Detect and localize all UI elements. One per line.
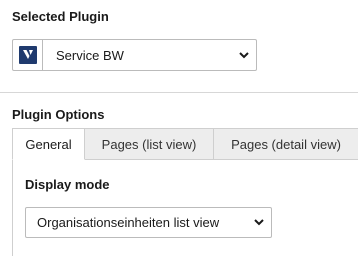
- section-divider: [0, 92, 358, 93]
- plugin-select-value: Service BW: [56, 47, 124, 63]
- plugin-options-tabs: General Pages (list view) Pages (detail …: [12, 128, 358, 160]
- tab-pages-detail-view[interactable]: Pages (detail view): [214, 128, 358, 160]
- display-mode-label: Display mode: [25, 177, 110, 192]
- chevron-down-icon: [232, 51, 256, 59]
- display-mode-value: Organisationseinheiten list view: [37, 215, 220, 230]
- plugin-settings-page: Selected Plugin Service BW Plugin Option…: [0, 0, 358, 256]
- plugin-select[interactable]: Service BW: [12, 39, 257, 71]
- plugin-logo-icon: [13, 40, 43, 70]
- chevron-down-icon: [247, 219, 271, 226]
- tab-pages-list-view[interactable]: Pages (list view): [85, 128, 214, 160]
- plugin-options-heading: Plugin Options: [12, 107, 105, 122]
- display-mode-select[interactable]: Organisationseinheiten list view: [25, 207, 272, 238]
- tab-general[interactable]: General: [12, 128, 85, 160]
- selected-plugin-heading: Selected Plugin: [12, 9, 109, 24]
